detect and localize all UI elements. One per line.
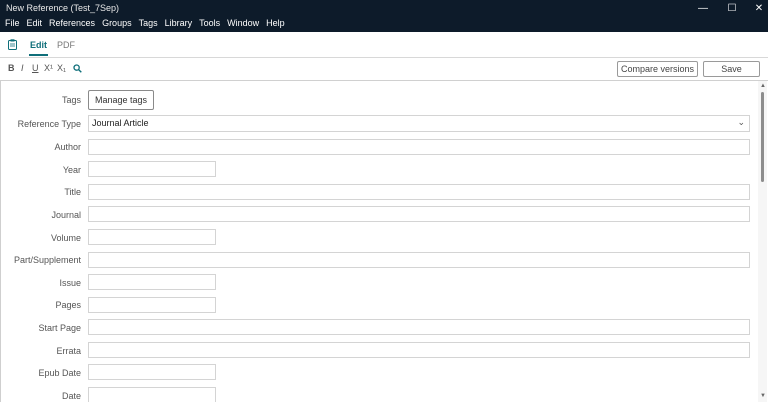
part-supplement-label: Part/Supplement [13, 255, 81, 265]
tags-label: Tags [61, 95, 81, 105]
scrollbar-thumb[interactable] [761, 92, 764, 182]
menu-tools[interactable]: Tools [198, 18, 221, 28]
tab-bar: Edit PDF [0, 32, 768, 58]
journal-field[interactable] [88, 206, 750, 222]
start-page-label: Start Page [38, 323, 81, 333]
menu-edit[interactable]: Edit [26, 18, 44, 28]
manage-tags-button[interactable]: Manage tags [88, 90, 154, 110]
menu-references[interactable]: References [48, 18, 96, 28]
journal-label: Journal [51, 210, 81, 220]
epub-date-label: Epub Date [38, 368, 81, 378]
menu-bar: File Edit References Groups Tags Library… [4, 18, 291, 28]
title-field[interactable] [88, 184, 750, 200]
menu-help[interactable]: Help [265, 18, 286, 28]
tab-pdf[interactable]: PDF [57, 40, 75, 50]
year-field[interactable] [88, 161, 216, 177]
save-button[interactable]: Save [703, 61, 760, 77]
menu-tags[interactable]: Tags [138, 18, 159, 28]
volume-field[interactable] [88, 229, 216, 245]
menu-groups[interactable]: Groups [101, 18, 133, 28]
tab-edit[interactable]: Edit [30, 40, 47, 50]
bold-button[interactable]: B [8, 63, 15, 73]
underline-button[interactable]: U [32, 63, 39, 73]
search-icon[interactable] [73, 64, 82, 73]
menu-file[interactable]: File [4, 18, 21, 28]
compare-versions-button[interactable]: Compare versions [617, 61, 698, 77]
epub-date-field[interactable] [88, 364, 216, 380]
issue-field[interactable] [88, 274, 216, 290]
author-label: Author [54, 142, 81, 152]
menu-library[interactable]: Library [164, 18, 194, 28]
subscript-button[interactable]: X₁ [57, 63, 66, 73]
start-page-field[interactable] [88, 319, 750, 335]
title-label: Title [64, 187, 81, 197]
pages-label: Pages [55, 300, 81, 310]
active-tab-indicator [29, 54, 48, 56]
date-field[interactable] [88, 387, 216, 402]
pages-field[interactable] [88, 297, 216, 313]
italic-button[interactable]: I [21, 63, 24, 73]
date-label: Date [61, 391, 81, 401]
part-supplement-field[interactable] [88, 252, 750, 268]
author-field[interactable] [88, 139, 750, 155]
reference-type-value: Journal Article [92, 118, 149, 128]
reference-type-label: Reference Type [17, 119, 81, 129]
minimize-button[interactable]: — [689, 2, 717, 16]
reference-type-select[interactable]: Journal Article ⌄ [88, 115, 750, 132]
volume-label: Volume [50, 233, 81, 243]
chevron-down-icon: ⌄ [737, 117, 745, 127]
scroll-down-arrow-icon[interactable]: ▼ [759, 393, 767, 399]
window-title: New Reference (Test_7Sep) [6, 3, 120, 13]
menu-window[interactable]: Window [226, 18, 260, 28]
formatting-toolbar: B I U X¹ X₁ Compare versions Save [0, 58, 768, 81]
year-label: Year [62, 165, 81, 175]
issue-label: Issue [59, 278, 81, 288]
superscript-button[interactable]: X¹ [44, 63, 53, 73]
maximize-button[interactable]: ☐ [718, 2, 746, 16]
clipboard-icon[interactable] [8, 39, 17, 50]
scroll-up-arrow-icon[interactable]: ▲ [759, 83, 767, 89]
errata-label: Errata [56, 346, 81, 356]
reference-form: Tags Manage tags Reference Type Journal … [0, 81, 768, 402]
title-bar: New Reference (Test_7Sep) File Edit Refe… [0, 0, 768, 32]
close-button[interactable]: ✕ [745, 2, 768, 16]
errata-field[interactable] [88, 342, 750, 358]
